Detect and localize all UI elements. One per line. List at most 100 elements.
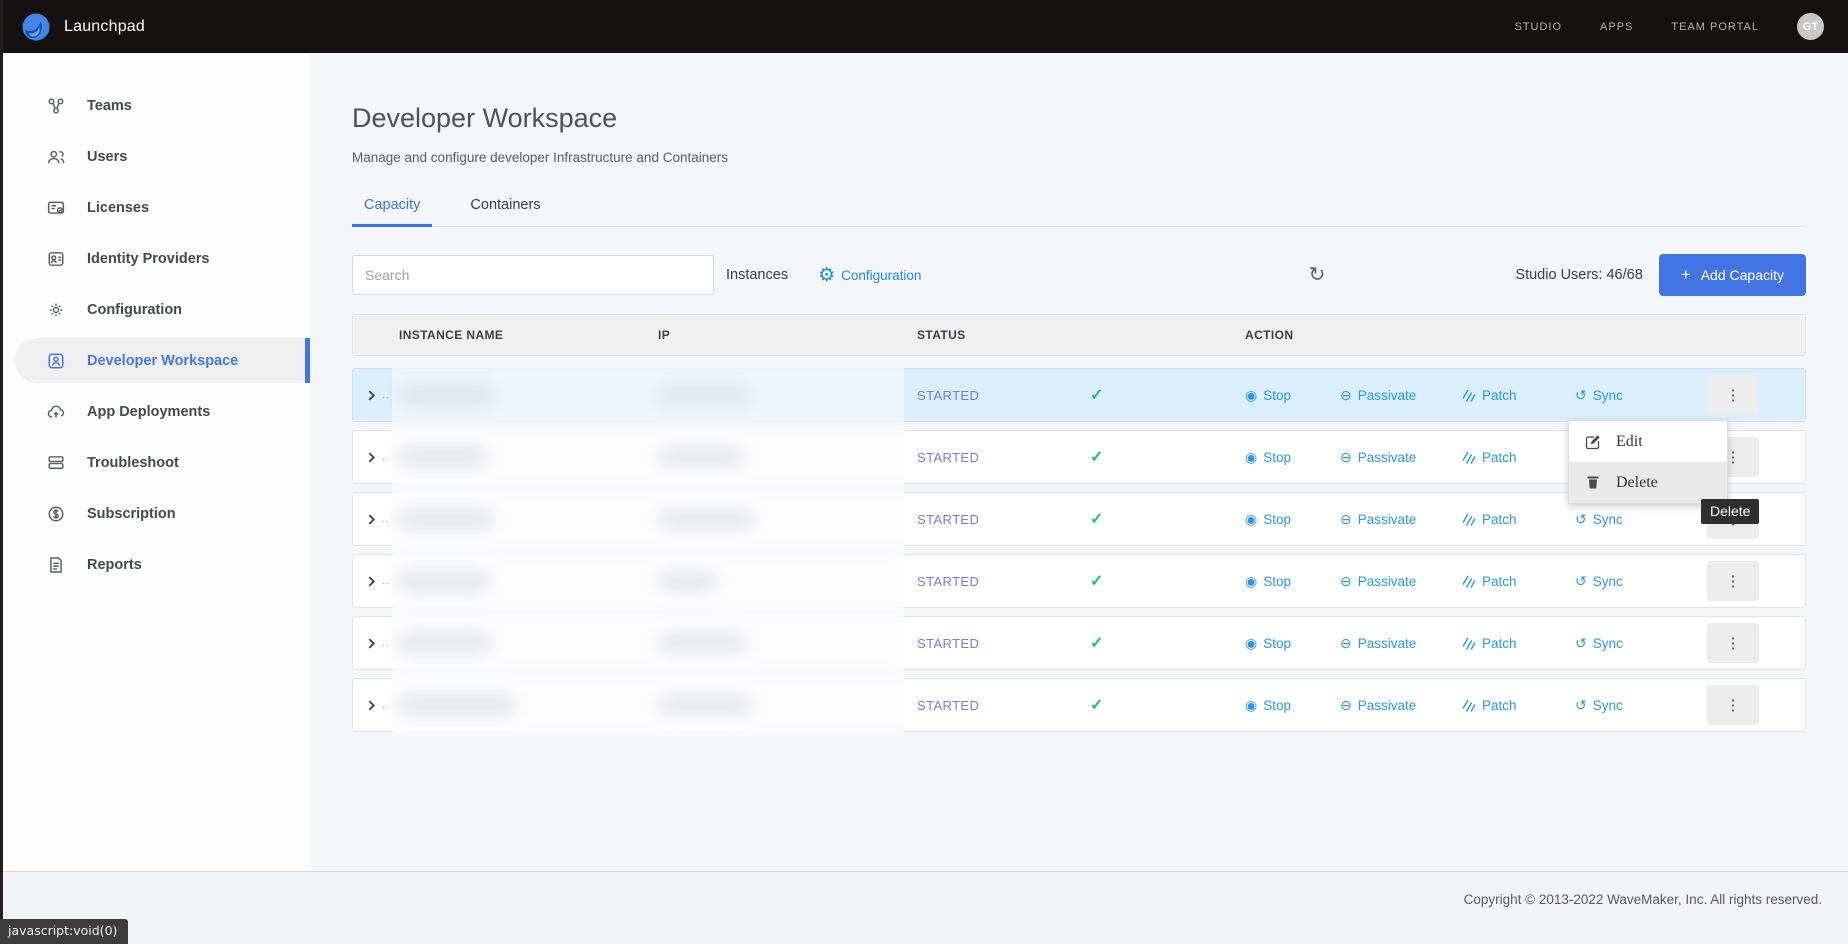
footer: Copyright © 2013-2022 WaveMaker, Inc. Al… bbox=[0, 871, 1848, 944]
passivate-button[interactable]: ⊖Passivate bbox=[1340, 698, 1462, 713]
configuration-link[interactable]: ⚙ Configuration bbox=[818, 266, 921, 285]
sidebar-item-label: App Deployments bbox=[87, 404, 210, 420]
stop-button[interactable]: ◉Stop bbox=[1245, 450, 1340, 465]
tab-containers[interactable]: Containers bbox=[458, 197, 552, 226]
sync-button[interactable]: ↺Sync bbox=[1575, 636, 1665, 651]
add-capacity-label: Add Capacity bbox=[1701, 267, 1784, 283]
teams-icon bbox=[46, 96, 65, 115]
brand[interactable]: Launchpad bbox=[20, 11, 145, 43]
passivate-button[interactable]: ⊖Passivate bbox=[1340, 512, 1462, 527]
sync-button[interactable]: ↺Sync bbox=[1575, 388, 1665, 403]
add-capacity-button[interactable]: + Add Capacity bbox=[1659, 254, 1806, 296]
sidebar-item-label: Reports bbox=[87, 557, 142, 573]
identity-providers-icon bbox=[46, 249, 65, 268]
sidebar-item-users[interactable]: Users bbox=[0, 134, 310, 179]
stop-icon: ◉ bbox=[1245, 512, 1257, 526]
sync-button[interactable]: ↺Sync bbox=[1575, 512, 1665, 527]
patch-button[interactable]: Patch bbox=[1462, 512, 1575, 527]
passivate-button[interactable]: ⊖Passivate bbox=[1340, 450, 1462, 465]
delete-tooltip: Delete bbox=[1701, 499, 1759, 524]
app-deployments-icon bbox=[46, 402, 65, 421]
stop-button[interactable]: ◉Stop bbox=[1245, 574, 1340, 589]
top-navbar: Launchpad STUDIO APPS TEAM PORTAL GT bbox=[0, 0, 1848, 53]
row-menu-kebab-icon[interactable]: ⋮ bbox=[1707, 561, 1759, 601]
passivate-icon: ⊖ bbox=[1340, 698, 1352, 712]
passivate-button[interactable]: ⊖Passivate bbox=[1340, 574, 1462, 589]
patch-button[interactable]: Patch bbox=[1462, 450, 1575, 465]
table-row: .. STARTED ✓ ◉Stop ⊖Passivate Patch ↺Syn… bbox=[352, 368, 1806, 422]
row-context-menu: Edit Delete bbox=[1568, 420, 1728, 504]
studio-users-count: Studio Users: 46/68 bbox=[1515, 267, 1642, 283]
stop-button[interactable]: ◉Stop bbox=[1245, 388, 1340, 403]
expand-chevron-icon[interactable] bbox=[366, 452, 377, 463]
row-menu-kebab-icon[interactable]: ⋮ bbox=[1707, 375, 1759, 415]
row-menu-kebab-icon[interactable]: ⋮ bbox=[1707, 623, 1759, 663]
success-check-icon: ✓ bbox=[1090, 571, 1103, 591]
window-left-edge bbox=[0, 0, 3, 944]
column-instance-name: INSTANCE NAME bbox=[399, 328, 658, 342]
patch-icon bbox=[1462, 513, 1476, 526]
user-avatar[interactable]: GT bbox=[1797, 13, 1824, 40]
sync-button[interactable]: ↺Sync bbox=[1575, 574, 1665, 589]
patch-button[interactable]: Patch bbox=[1462, 636, 1575, 651]
configuration-link-label: Configuration bbox=[841, 268, 921, 283]
sidebar-item-developer-workspace[interactable]: Developer Workspace bbox=[15, 338, 310, 383]
patch-icon bbox=[1462, 451, 1476, 464]
redacted-ip bbox=[658, 447, 744, 467]
sidebar-item-configuration[interactable]: Configuration bbox=[0, 287, 310, 332]
tab-capacity[interactable]: Capacity bbox=[352, 197, 432, 226]
subscription-icon bbox=[46, 504, 65, 523]
brand-name: Launchpad bbox=[64, 18, 145, 36]
licenses-icon bbox=[46, 198, 65, 217]
redacted-prefix: .. bbox=[382, 452, 390, 463]
expand-chevron-icon[interactable] bbox=[366, 638, 377, 649]
stop-icon: ◉ bbox=[1245, 698, 1257, 712]
status-badge: STARTED bbox=[917, 512, 1090, 527]
stop-button[interactable]: ◉Stop bbox=[1245, 636, 1340, 651]
sidebar-item-subscription[interactable]: Subscription bbox=[0, 491, 310, 536]
redacted-prefix: .. bbox=[382, 576, 390, 587]
success-check-icon: ✓ bbox=[1090, 695, 1103, 715]
success-check-icon: ✓ bbox=[1090, 509, 1103, 529]
redacted-instance-name bbox=[399, 446, 487, 468]
reports-icon bbox=[46, 555, 65, 574]
patch-button[interactable]: Patch bbox=[1462, 574, 1575, 589]
table-row: .. STARTED ✓ ◉Stop ⊖Passivate Patch ↺Syn… bbox=[352, 554, 1806, 608]
status-badge: STARTED bbox=[917, 450, 1090, 465]
sidebar-item-troubleshoot[interactable]: Troubleshoot bbox=[0, 440, 310, 485]
menu-item-label: Edit bbox=[1616, 433, 1643, 451]
nav-link-team-portal[interactable]: TEAM PORTAL bbox=[1671, 21, 1759, 33]
sidebar-item-teams[interactable]: Teams bbox=[0, 83, 310, 128]
toolbar: Instances ⚙ Configuration ↻ Studio Users… bbox=[352, 254, 1806, 296]
gear-icon: ⚙ bbox=[818, 266, 835, 285]
expand-chevron-icon[interactable] bbox=[366, 576, 377, 587]
column-status: STATUS bbox=[917, 328, 1245, 342]
nav-link-studio[interactable]: STUDIO bbox=[1514, 21, 1562, 33]
passivate-button[interactable]: ⊖Passivate bbox=[1340, 388, 1462, 403]
patch-button[interactable]: Patch bbox=[1462, 698, 1575, 713]
copyright-text: Copyright © 2013-2022 WaveMaker, Inc. Al… bbox=[1464, 892, 1822, 907]
row-menu-kebab-icon[interactable]: ⋮ bbox=[1707, 685, 1759, 725]
sync-icon: ↺ bbox=[1575, 574, 1587, 588]
sync-button[interactable]: ↺Sync bbox=[1575, 698, 1665, 713]
stop-icon: ◉ bbox=[1245, 388, 1257, 402]
menu-item-edit[interactable]: Edit bbox=[1569, 421, 1727, 462]
passivate-button[interactable]: ⊖Passivate bbox=[1340, 636, 1462, 651]
sidebar-item-app-deployments[interactable]: App Deployments bbox=[0, 389, 310, 434]
sync-icon: ↺ bbox=[1575, 512, 1587, 526]
sidebar-item-reports[interactable]: Reports bbox=[0, 542, 310, 587]
delete-icon bbox=[1585, 475, 1601, 490]
menu-item-delete[interactable]: Delete bbox=[1569, 462, 1727, 503]
success-check-icon: ✓ bbox=[1090, 385, 1103, 405]
expand-chevron-icon[interactable] bbox=[366, 390, 377, 401]
sidebar-item-licenses[interactable]: Licenses bbox=[0, 185, 310, 230]
search-input[interactable] bbox=[352, 255, 714, 295]
expand-chevron-icon[interactable] bbox=[366, 514, 377, 525]
nav-link-apps[interactable]: APPS bbox=[1600, 21, 1633, 33]
expand-chevron-icon[interactable] bbox=[366, 700, 377, 711]
stop-button[interactable]: ◉Stop bbox=[1245, 698, 1340, 713]
stop-button[interactable]: ◉Stop bbox=[1245, 512, 1340, 527]
patch-button[interactable]: Patch bbox=[1462, 388, 1575, 403]
sidebar-item-identity-providers[interactable]: Identity Providers bbox=[0, 236, 310, 281]
refresh-icon[interactable]: ↻ bbox=[1309, 265, 1326, 285]
